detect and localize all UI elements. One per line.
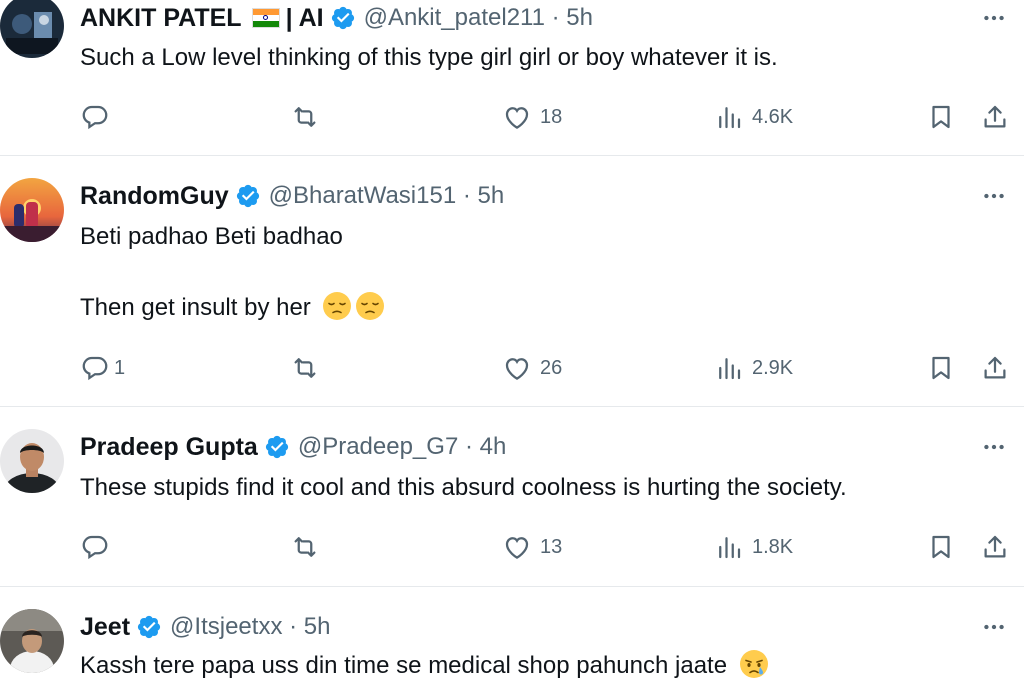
avatar[interactable]: [0, 429, 64, 493]
analytics-icon: [719, 537, 741, 559]
views-button[interactable]: 1.8K: [714, 527, 793, 567]
tweet: Pradeep Gupta @Pradeep_G7 · 4h These stu…: [0, 407, 1024, 587]
share-icon: [984, 535, 1006, 558]
tweet-header: Jeet @Itsjeetxx · 5h: [80, 609, 330, 645]
handle-and-time[interactable]: @Itsjeetxx · 5h: [170, 613, 330, 641]
bookmark-button[interactable]: [926, 97, 956, 137]
view-count: 1.8K: [752, 535, 794, 558]
tweet: RandomGuy @BharatWasi151 · 5h Beti padha…: [0, 156, 1024, 407]
bookmark-button[interactable]: [926, 348, 956, 388]
more-options-button[interactable]: [980, 4, 1008, 32]
india-flag-icon: [251, 8, 280, 28]
bookmark-button[interactable]: [926, 527, 956, 567]
view-count: 4.6K: [752, 105, 794, 128]
retweet-icon: [294, 537, 316, 557]
tweet-text-line: Then get insult by her: [80, 290, 386, 326]
verified-badge-icon: [264, 434, 290, 460]
tweet-text: Kassh tere papa uss din time se medical …: [80, 652, 728, 679]
bookmark-icon: [932, 535, 950, 559]
bookmark-icon: [932, 105, 950, 129]
tweet-header: ANKIT PATEL | AI @Ankit_patel211 · 5h: [80, 0, 593, 36]
verified-badge-icon: [136, 614, 162, 640]
tweet-text-line: Beti padhao Beti badhao: [80, 223, 343, 250]
reply-icon: [82, 105, 108, 130]
share-button[interactable]: [980, 97, 1010, 137]
tweet-actions: 1 26 2.9K: [0, 348, 1024, 388]
avatar-image: [0, 429, 64, 493]
display-name[interactable]: Pradeep Gupta: [80, 433, 258, 462]
retweet-icon: [294, 107, 316, 127]
reply-button[interactable]: [80, 97, 118, 137]
reply-button[interactable]: [80, 527, 118, 567]
like-button[interactable]: 13: [502, 527, 562, 567]
more-icon: [984, 15, 1004, 21]
more-options-button[interactable]: [980, 433, 1008, 461]
heart-icon: [505, 107, 529, 129]
like-count: 13: [540, 535, 563, 558]
share-button[interactable]: [980, 348, 1010, 388]
pensive-face-emoji-icon: [321, 290, 353, 322]
share-button[interactable]: [980, 527, 1010, 567]
avatar-image: [0, 0, 64, 58]
like-button[interactable]: 26: [502, 348, 562, 388]
reply-icon: [82, 535, 108, 560]
tweet-text: Then get insult by her: [80, 294, 311, 321]
avatar[interactable]: [0, 609, 64, 673]
reply-button[interactable]: 1: [80, 348, 125, 388]
tweet-text-line: Kassh tere papa uss din time se medical …: [80, 648, 770, 683]
verified-badge-icon: [235, 183, 261, 209]
handle-and-time[interactable]: @Ankit_patel211 · 5h: [364, 4, 593, 32]
tweet-text: These stupids find it cool and this absu…: [80, 474, 847, 501]
analytics-icon: [719, 358, 741, 380]
display-name-suffix: | AI: [285, 3, 324, 32]
verified-badge-icon: [330, 5, 356, 31]
tweet-actions: 13 1.8K: [0, 527, 1024, 567]
heart-icon: [505, 358, 529, 380]
crying-face-emoji-icon: [738, 648, 770, 680]
pensive-face-emoji-icon: [354, 290, 386, 322]
more-icon: [984, 444, 1004, 450]
tweet-text: Such a Low level thinking of this type g…: [80, 44, 778, 71]
more-icon: [984, 193, 1004, 199]
avatar-image: [0, 609, 64, 673]
tweet: ANKIT PATEL | AI @Ankit_patel211 · 5h Su…: [0, 0, 1024, 156]
more-icon: [984, 624, 1004, 630]
avatar[interactable]: [0, 0, 64, 58]
handle-and-time[interactable]: @BharatWasi151 · 5h: [269, 182, 505, 210]
views-button[interactable]: 4.6K: [714, 97, 793, 137]
retweet-button[interactable]: [290, 527, 320, 567]
share-icon: [984, 356, 1006, 379]
share-icon: [984, 105, 1006, 128]
like-count: 26: [540, 356, 563, 379]
avatar-image: [0, 178, 64, 242]
views-button[interactable]: 2.9K: [714, 348, 793, 388]
like-button[interactable]: 18: [502, 97, 562, 137]
view-count: 2.9K: [752, 356, 794, 379]
avatar[interactable]: [0, 178, 64, 242]
reply-count: 1: [114, 356, 126, 379]
tweet-actions: 18 4.6K: [0, 97, 1024, 137]
more-options-button[interactable]: [980, 613, 1008, 641]
bookmark-icon: [932, 356, 950, 380]
retweet-button[interactable]: [290, 348, 320, 388]
analytics-icon: [719, 107, 741, 129]
display-name[interactable]: ANKIT PATEL: [80, 4, 242, 33]
retweet-button[interactable]: [290, 97, 320, 137]
tweet: Jeet @Itsjeetxx · 5h Kassh tere papa uss…: [0, 587, 1024, 683]
heart-icon: [505, 537, 529, 559]
handle-and-time[interactable]: @Pradeep_G7 · 4h: [298, 433, 507, 461]
tweet-header: Pradeep Gupta @Pradeep_G7 · 4h: [80, 429, 506, 465]
display-name[interactable]: Jeet: [80, 613, 130, 642]
more-options-button[interactable]: [980, 182, 1008, 210]
retweet-icon: [294, 358, 316, 378]
display-name[interactable]: RandomGuy: [80, 182, 229, 211]
like-count: 18: [540, 105, 563, 128]
reply-icon: [82, 356, 108, 381]
tweet-header: RandomGuy @BharatWasi151 · 5h: [80, 178, 504, 214]
